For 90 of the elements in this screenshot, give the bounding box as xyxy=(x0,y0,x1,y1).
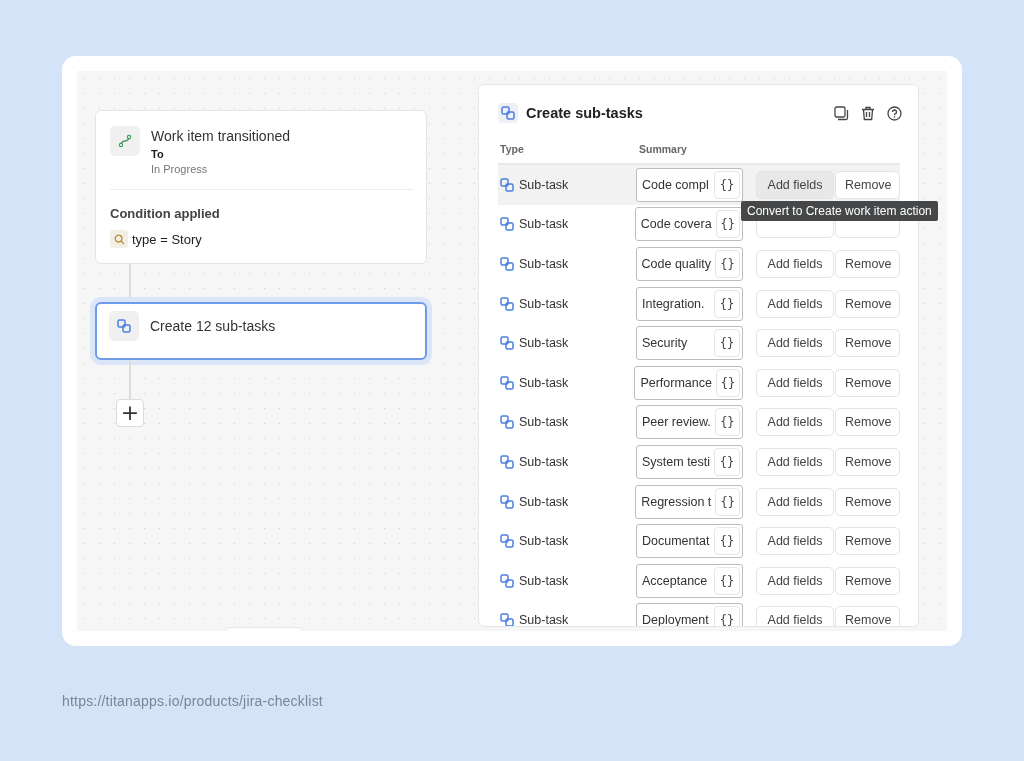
variable-button[interactable]: {} xyxy=(714,289,740,318)
help-icon[interactable] xyxy=(887,105,902,121)
subtask-icon xyxy=(500,375,514,390)
variable-button[interactable]: {} xyxy=(715,250,740,278)
summary-field[interactable]: Documentat {} xyxy=(636,524,743,559)
add-fields-button[interactable]: Add fields xyxy=(756,447,834,476)
type-label: Sub-task xyxy=(519,217,569,232)
add-fields-button[interactable]: Add fields xyxy=(756,329,834,358)
add-fields-button[interactable]: Add fields xyxy=(756,408,834,437)
type-label: Sub-task xyxy=(519,415,569,430)
type-label: Sub-task xyxy=(519,296,569,311)
add-fields-button[interactable]: Add fields xyxy=(756,250,834,278)
subtask-icon xyxy=(500,257,514,271)
remove-button[interactable]: Remove xyxy=(835,408,900,437)
remove-button[interactable]: Remove xyxy=(835,447,900,476)
remove-button[interactable]: Remove xyxy=(835,566,900,595)
add-fields-button[interactable]: Add fields xyxy=(756,566,834,595)
subtask-icon xyxy=(500,336,514,351)
source-url: https://titanapps.io/products/jira-checklist xyxy=(62,693,324,709)
variable-button[interactable]: {} xyxy=(715,210,740,239)
status-value: In Progress xyxy=(151,163,209,175)
condition-text: type = Story xyxy=(132,231,202,247)
subtask-icon xyxy=(500,534,514,549)
remove-button[interactable]: Remove xyxy=(835,606,900,626)
summary-field[interactable]: Code covera {} xyxy=(634,207,743,242)
copy-icon[interactable] xyxy=(834,105,849,121)
summary-field[interactable]: Code compl {} xyxy=(636,167,743,202)
summary-field[interactable]: Acceptance {} xyxy=(636,563,743,598)
search-icon xyxy=(113,233,125,245)
type-label: Sub-task xyxy=(519,336,569,351)
subtask-icon xyxy=(117,319,131,333)
field-label: To xyxy=(151,148,165,160)
summary-field[interactable]: System testi {} xyxy=(636,444,743,479)
summary-field[interactable]: Peer review. {} xyxy=(635,405,743,440)
add-step-button[interactable]: + xyxy=(116,399,144,427)
condition-heading: Condition applied xyxy=(110,206,221,221)
subtask-icon xyxy=(501,106,515,120)
trigger-title: Work item transitioned xyxy=(151,128,290,144)
type-label: Sub-task xyxy=(519,494,569,509)
remove-button[interactable]: Remove xyxy=(835,170,900,199)
type-label: Sub-task xyxy=(519,454,569,469)
trash-icon[interactable] xyxy=(861,105,875,121)
tooltip: Convert to Create work item action xyxy=(741,201,938,221)
subtask-icon xyxy=(500,296,514,311)
add-fields-button[interactable]: Add fields xyxy=(756,487,834,516)
subtask-icon xyxy=(500,177,514,192)
add-fields-button[interactable]: Add fields xyxy=(756,606,834,626)
path-icon xyxy=(118,134,132,148)
summary-field[interactable]: Performance {} xyxy=(634,365,743,400)
variable-button[interactable]: {} xyxy=(714,606,740,626)
subtask-icon xyxy=(500,454,514,469)
remove-button[interactable]: Remove xyxy=(835,368,900,397)
remove-button[interactable]: Remove xyxy=(835,250,900,278)
type-label: Sub-task xyxy=(519,257,569,271)
subtask-icon xyxy=(500,415,514,430)
variable-button[interactable]: {} xyxy=(714,329,740,358)
type-label: Sub-task xyxy=(519,375,569,390)
subtask-icon xyxy=(500,217,514,232)
subtask-icon xyxy=(500,573,514,588)
add-fields-button[interactable]: Add fields xyxy=(756,170,834,199)
variable-button[interactable]: {} xyxy=(714,447,740,476)
panel-title: Create sub-tasks xyxy=(526,105,644,121)
summary-field[interactable]: Integration. {} xyxy=(636,286,743,321)
type-label: Sub-task xyxy=(519,613,569,626)
row-highlight[interactable]: Sub-task Code compl {} Add fields Remove xyxy=(498,165,900,205)
summary-field[interactable]: Security {} xyxy=(636,326,743,361)
column-header: Type xyxy=(500,143,525,157)
type-label: Sub-task xyxy=(519,573,569,588)
type-label: Sub-task xyxy=(519,534,569,549)
variable-button[interactable]: {} xyxy=(715,487,740,516)
type-label: Sub-task xyxy=(519,177,569,192)
remove-button[interactable]: Remove xyxy=(835,289,900,318)
summary-field[interactable]: Deployment {} xyxy=(636,603,743,626)
subtask-icon xyxy=(500,613,514,626)
add-fields-button[interactable]: Add fields xyxy=(756,368,834,397)
remove-button[interactable]: Remove xyxy=(835,329,900,358)
summary-field[interactable]: Regression t {} xyxy=(635,484,743,519)
add-fields-button[interactable]: Add fields xyxy=(756,527,834,556)
column-header: Summary xyxy=(639,143,687,157)
variable-button[interactable]: {} xyxy=(715,368,740,397)
summary-field[interactable]: Code quality {} xyxy=(635,247,743,281)
variable-button[interactable]: {} xyxy=(714,170,740,199)
remove-button[interactable]: Remove xyxy=(835,527,900,556)
variable-button[interactable]: {} xyxy=(714,408,740,437)
subtask-icon xyxy=(500,494,514,509)
variable-button[interactable]: {} xyxy=(714,527,740,556)
action-title: Create 12 sub-tasks xyxy=(150,318,276,336)
add-fields-button[interactable]: Add fields xyxy=(756,289,834,318)
remove-button[interactable]: Remove xyxy=(835,487,900,516)
variable-button[interactable]: {} xyxy=(714,566,740,595)
